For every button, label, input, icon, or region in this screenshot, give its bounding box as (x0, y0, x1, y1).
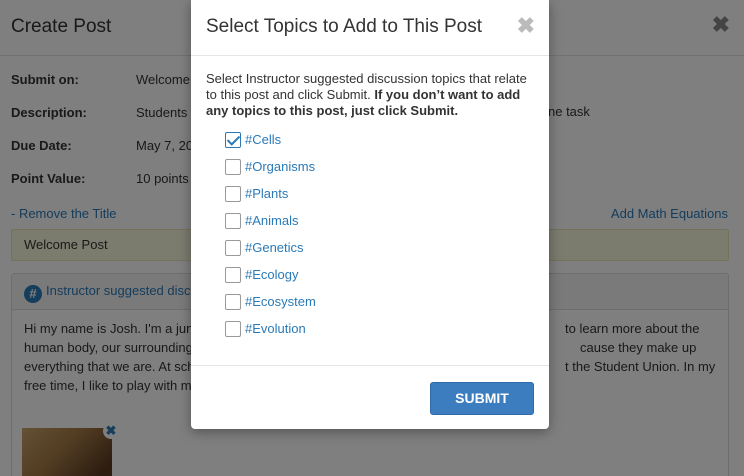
topic-label[interactable]: #Cells (245, 132, 281, 147)
modal-title: Select Topics to Add to This Post (206, 16, 483, 37)
topic-checkbox[interactable] (225, 240, 241, 256)
topic-label[interactable]: #Organisms (245, 159, 315, 174)
submit-button[interactable]: SUBMIT (430, 382, 534, 415)
topic-checkbox[interactable] (225, 186, 241, 202)
topic-checkbox[interactable] (225, 159, 241, 175)
topic-checkbox[interactable] (225, 132, 241, 148)
modal-close-icon[interactable]: ✖ (517, 15, 535, 37)
topic-checkbox[interactable] (225, 321, 241, 337)
topic-checkbox[interactable] (225, 294, 241, 310)
topic-label[interactable]: #Animals (245, 213, 298, 228)
topic-label[interactable]: #Evolution (245, 321, 306, 336)
select-topics-modal: Select Topics to Add to This Post ✖ Sele… (191, 0, 549, 429)
topic-label[interactable]: #Plants (245, 186, 288, 201)
topic-checkbox[interactable] (225, 267, 241, 283)
modal-description: Select Instructor suggested discussion t… (206, 71, 536, 119)
topic-checkbox[interactable] (225, 213, 241, 229)
topic-label[interactable]: #Genetics (245, 240, 304, 255)
topic-label[interactable]: #Ecology (245, 267, 298, 282)
modal-footer: SUBMIT (191, 365, 549, 429)
modal-header: Select Topics to Add to This Post ✖ (191, 0, 549, 56)
topic-label[interactable]: #Ecosystem (245, 294, 316, 309)
